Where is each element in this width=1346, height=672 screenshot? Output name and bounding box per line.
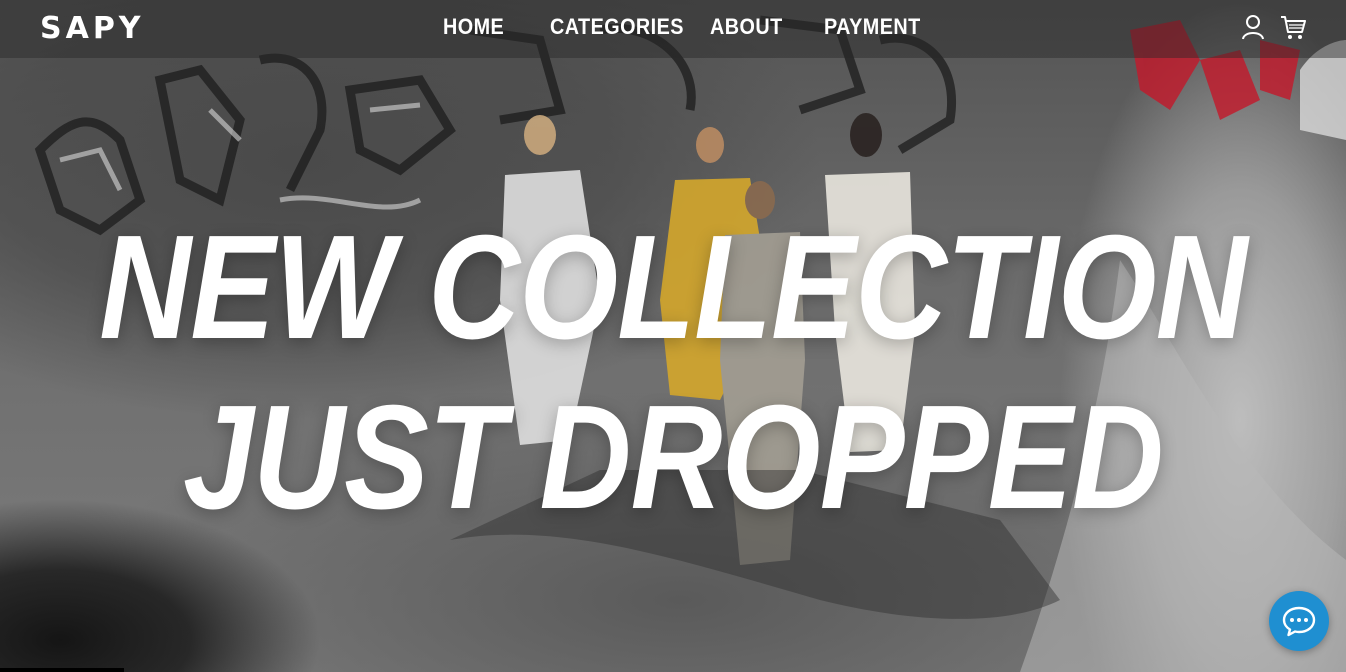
top-navigation: SAPY HOME CATEGORIES ABOUT PAYMENT <box>0 0 1346 58</box>
nav-icons <box>1240 13 1306 41</box>
bottom-progress-bar <box>0 668 124 672</box>
cart-icon[interactable] <box>1280 13 1306 41</box>
chat-bubble-icon <box>1282 606 1316 637</box>
hero-headline-line1: NEW COLLECTION <box>99 205 1247 370</box>
brand-logo[interactable]: SAPY <box>40 11 145 46</box>
nav-categories[interactable]: CATEGORIES <box>550 14 694 40</box>
nav-home[interactable]: HOME <box>443 14 539 40</box>
hero-headline-line2: JUST DROPPED <box>183 375 1164 540</box>
main-menu: HOME CATEGORIES ABOUT PAYMENT <box>443 14 924 40</box>
chat-button[interactable] <box>1269 591 1329 651</box>
user-icon[interactable] <box>1240 13 1266 41</box>
nav-payment[interactable]: PAYMENT <box>824 14 920 40</box>
nav-about[interactable]: ABOUT <box>710 14 813 40</box>
